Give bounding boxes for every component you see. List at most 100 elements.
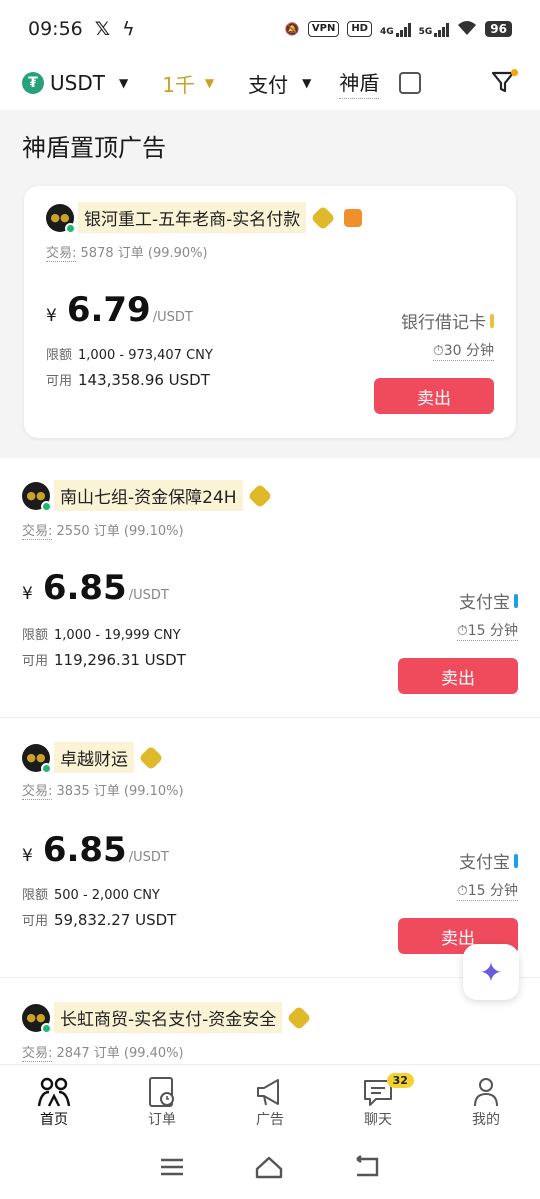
filter-bar: ₮ USDT ▼ 1千 ▼ 支付 ▼ 神盾 [0, 58, 540, 108]
pinned-section: 神盾置顶广告 ●● 银河重工-五年老商-实名付款 交易: 5878 订单 (99… [0, 110, 540, 458]
ad-card[interactable]: ●● 卓越财运 交易: 3835 订单 (99.10%) ¥ 6.85 /USD… [0, 718, 540, 978]
megaphone-icon [254, 1075, 286, 1109]
trade-stats-value: 2550 订单 (99.10%) [56, 524, 184, 539]
available-label: 可用 [22, 654, 49, 669]
pinned-title: 神盾置顶广告 [22, 134, 166, 162]
payment-method: 支付宝 [459, 588, 518, 613]
merchant-row[interactable]: ●● 南山七组-资金保障24H [22, 480, 273, 512]
net-4g-label: 4G [379, 27, 394, 37]
ad-card[interactable]: ●● 南山七组-资金保障24H 交易: 2550 订单 (99.10%) ¥ 6… [0, 458, 540, 718]
online-indicator [41, 762, 52, 774]
trade-stats: 交易: 5878 订单 (99.90%) [46, 242, 208, 262]
clock-icon: ⏱ [456, 883, 468, 899]
available-value: 59,832.27 USDT [54, 911, 177, 929]
nav-home[interactable]: 首页 [0, 1065, 108, 1138]
currency-selector[interactable]: ₮ USDT ▼ [22, 71, 128, 95]
merchant-row[interactable]: ●● 卓越财运 [22, 742, 164, 774]
bolt-icon: ϟ [122, 18, 135, 40]
shield-checkbox[interactable] [399, 72, 422, 94]
back-icon[interactable] [353, 1154, 381, 1183]
trade-stats-value: 5878 订单 (99.90%) [80, 246, 208, 261]
trade-stats: 交易: 3835 订单 (99.10%) [22, 780, 184, 800]
home-people-icon [37, 1075, 71, 1109]
trade-label: 交易: [22, 524, 53, 540]
gold-badge-icon [310, 205, 336, 230]
ad-card[interactable]: ●● 长虹商贸-实名支付-资金安全 交易: 2847 订单 (99.40%) [0, 978, 540, 1064]
online-indicator [41, 1022, 52, 1034]
time-limit-value: 15 分钟 [467, 883, 518, 899]
orders-icon [147, 1075, 177, 1109]
online-indicator [65, 222, 76, 234]
available-row: 可用 143,358.96 USDT [46, 370, 210, 389]
payment-color-bar [490, 313, 494, 328]
status-time: 09:56 [28, 18, 83, 40]
price: 6.79 [66, 290, 151, 330]
shield-badge-icon [344, 208, 363, 227]
price-unit: /USDT [152, 310, 193, 325]
signal-5g-icon: 5G [419, 21, 450, 37]
payment-label: 支付 [248, 72, 289, 97]
gold-badge-icon [138, 745, 164, 770]
merchant-name: 南山七组-资金保障24H [54, 480, 243, 511]
sell-button[interactable]: 卖出 [398, 658, 518, 694]
status-bar: 09:56 𝕏 ϟ 🔕 VPN HD 4G 5G 96 [0, 0, 540, 58]
payment-method: 银行借记卡 [401, 308, 494, 333]
price-row: ¥ 6.79 /USDT [46, 290, 193, 330]
pinned-ad-card[interactable]: ●● 银河重工-五年老商-实名付款 交易: 5878 订单 (99.90%) ¥… [24, 186, 516, 438]
payment-method-label: 银行借记卡 [401, 313, 486, 333]
mute-icon: 🔕 [284, 22, 300, 36]
limit-value: 1,000 - 973,407 CNY [78, 348, 213, 363]
system-nav-bar [0, 1138, 540, 1199]
nav-chat-label: 聊天 [364, 1111, 392, 1128]
clock-icon: ⏱ [432, 343, 444, 359]
currency-label: USDT [50, 71, 105, 95]
price-row: ¥ 6.85 /USDT [22, 830, 169, 870]
home-icon[interactable] [254, 1155, 284, 1183]
trade-stats: 交易: 2550 订单 (99.10%) [22, 520, 184, 540]
nav-home-label: 首页 [40, 1111, 68, 1128]
limit-label: 限额 [46, 348, 73, 363]
menu-icon[interactable] [159, 1157, 185, 1181]
limit-value: 1,000 - 19,999 CNY [54, 628, 181, 643]
price-unit: /USDT [128, 850, 169, 865]
filter-icon[interactable] [490, 69, 518, 97]
tether-icon: ₮ [22, 72, 44, 94]
shield-label: 神盾 [339, 67, 380, 99]
merchant-row[interactable]: ●● 长虹商贸-实名支付-资金安全 [22, 1002, 312, 1034]
time-limit: ⏱30 分钟 [432, 340, 494, 361]
sell-button[interactable]: 卖出 [374, 378, 494, 414]
amount-selector[interactable]: 1千 ▼ [162, 69, 214, 98]
merchant-name: 长虹商贸-实名支付-资金安全 [54, 1002, 283, 1033]
trade-stats: 交易: 2847 订单 (99.40%) [22, 1042, 184, 1062]
payment-selector[interactable]: 支付 ▼ [248, 69, 311, 98]
gold-badge-icon [247, 483, 273, 508]
merchant-name: 银河重工-五年老商-实名付款 [78, 202, 307, 233]
available-row: 可用 119,296.31 USDT [22, 650, 186, 669]
available-value: 143,358.96 USDT [78, 371, 210, 389]
nav-ads[interactable]: 广告 [216, 1065, 324, 1138]
nav-orders[interactable]: 订单 [108, 1065, 216, 1138]
merchant-row[interactable]: ●● 银河重工-五年老商-实名付款 [46, 202, 363, 234]
ai-assistant-button[interactable]: ✦ [463, 944, 519, 1000]
avatar: ●● [46, 203, 76, 234]
time-limit: ⏱15 分钟 [456, 880, 518, 901]
nav-profile[interactable]: 我的 [432, 1065, 540, 1138]
limit-label: 限额 [22, 628, 49, 643]
trade-label: 交易: [46, 246, 77, 262]
avatar: ●● [22, 743, 52, 774]
chat-unread-badge: 32 [386, 1073, 414, 1088]
time-limit-value: 15 分钟 [467, 623, 518, 639]
vpn-icon: VPN [307, 21, 340, 37]
yen-symbol: ¥ [46, 306, 57, 326]
trade-label: 交易: [22, 1046, 53, 1062]
time-limit: ⏱15 分钟 [456, 620, 518, 641]
shield-filter[interactable]: 神盾 [339, 67, 422, 99]
trade-label: 交易: [22, 784, 53, 800]
battery-icon: 96 [485, 21, 512, 37]
nav-profile-label: 我的 [472, 1111, 500, 1128]
profile-icon [471, 1075, 501, 1109]
limit-row: 限额 500 - 2,000 CNY [22, 884, 160, 903]
payment-color-bar [514, 593, 518, 608]
nav-chat[interactable]: 32 聊天 [324, 1065, 432, 1138]
payment-method-label: 支付宝 [459, 593, 510, 613]
